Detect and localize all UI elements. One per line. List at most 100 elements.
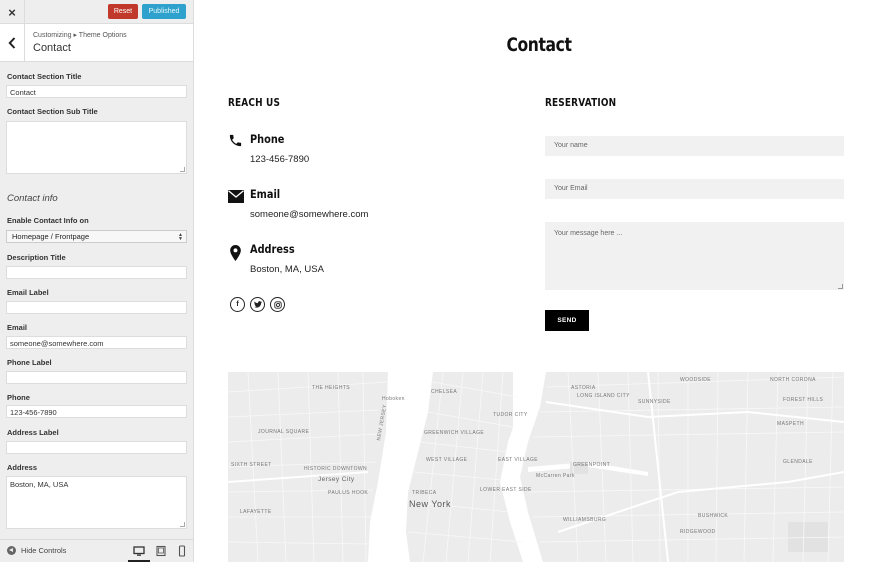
phone-value: 123-456-7890 xyxy=(250,154,310,165)
breadcrumb: Customizing ▸ Theme Options xyxy=(33,32,127,39)
address-label: Address xyxy=(7,463,38,472)
address-label-input[interactable] xyxy=(6,441,187,454)
mobile-preview-icon[interactable] xyxy=(176,545,188,557)
map-label-lafayette: LAFAYETTE xyxy=(240,509,272,515)
close-icon: × xyxy=(8,4,16,20)
map-label-bushwick: BUSHWICK xyxy=(698,513,729,519)
map-label-williamsburg: WILLIAMSBURG xyxy=(563,517,607,523)
collapse-icon xyxy=(7,546,16,555)
hide-controls-button[interactable]: Hide Controls xyxy=(7,546,66,555)
map-label-historic-downtown: HISTORIC DOWNTOWN xyxy=(304,466,368,472)
phone-input[interactable]: 123-456-7890 xyxy=(6,405,187,418)
message-textarea[interactable]: Your message here ... xyxy=(545,222,844,290)
description-title-input[interactable] xyxy=(6,266,187,279)
phone-label-label: Phone Label xyxy=(7,358,52,367)
envelope-icon xyxy=(228,190,244,203)
published-button[interactable]: Published xyxy=(142,4,186,19)
map-label-woodside: WOODSIDE xyxy=(680,377,711,383)
section-title: Contact xyxy=(33,42,71,54)
instagram-link[interactable] xyxy=(270,297,285,312)
resize-handle[interactable] xyxy=(180,522,185,527)
twitter-link[interactable] xyxy=(250,297,265,312)
address-value: Boston, MA, USA xyxy=(10,480,69,489)
select-arrows-icon: ▲ ▼ xyxy=(178,232,183,242)
instagram-icon xyxy=(273,300,282,309)
address-textarea[interactable]: Boston, MA, USA xyxy=(6,476,187,529)
map-label-sixth-st: SIXTH STREET xyxy=(231,462,272,468)
email-input[interactable]: Your Email xyxy=(545,179,844,199)
name-input[interactable]: Your name xyxy=(545,136,844,156)
close-customizer-button[interactable]: × xyxy=(0,0,25,24)
contact-info-heading: Contact info xyxy=(7,193,58,204)
tablet-preview-icon[interactable] xyxy=(155,545,167,557)
twitter-icon xyxy=(253,301,262,308)
map-label-east-village: EAST VILLAGE xyxy=(498,457,539,463)
map-label-glendale: GLENDALE xyxy=(783,459,813,465)
map-label-paulus-hook: PAULUS HOOK xyxy=(328,490,369,496)
email-input[interactable]: someone@somewhere.com xyxy=(6,336,187,349)
enable-contact-info-select[interactable]: Homepage / Frontpage ▲ ▼ xyxy=(6,230,187,243)
reservation-heading: RESERVATION xyxy=(545,97,617,109)
map-label-chelsea: CHELSEA xyxy=(431,389,458,395)
map-label-jersey-city: Jersey City xyxy=(318,476,355,483)
map-label-long-island-city: LONG ISLAND CITY xyxy=(577,393,630,399)
email-label: Email xyxy=(7,323,28,332)
reset-button[interactable]: Reset xyxy=(108,4,138,19)
map-label-greenwich-village: GREENWICH VILLAGE xyxy=(424,430,485,436)
facebook-link[interactable]: f xyxy=(230,297,245,312)
location-map[interactable]: THE HEIGHTS Hoboken CHELSEA WOODSIDE NOR… xyxy=(228,372,844,562)
address-label-label: Address Label xyxy=(7,428,59,437)
contact-section-subtitle-label: Contact Section Sub Title xyxy=(7,107,98,116)
resize-handle[interactable] xyxy=(838,284,843,289)
phone-label-input[interactable] xyxy=(6,371,187,384)
desktop-preview-icon[interactable] xyxy=(133,545,145,557)
back-button[interactable] xyxy=(0,24,25,62)
map-label-maspeth: MASPETH xyxy=(777,421,804,427)
map-label-the-heights: THE HEIGHTS xyxy=(312,385,351,391)
map-pin-icon xyxy=(230,245,241,261)
map-label-astoria: ASTORIA xyxy=(571,385,596,391)
map-label-mccarren-park: McCarren Park xyxy=(536,473,575,479)
enable-contact-info-label: Enable Contact Info on xyxy=(7,216,89,225)
email-value: someone@somewhere.com xyxy=(250,209,369,220)
customizer-topbar: × Reset Published xyxy=(0,0,193,24)
map-label-new-york: New York xyxy=(409,499,452,509)
map-label-forest-hills: FOREST HILLS xyxy=(783,397,824,403)
address-title: Address xyxy=(250,242,295,256)
phone-title: Phone xyxy=(250,132,285,146)
map-label-sunnyside: SUNNYSIDE xyxy=(638,399,671,405)
email-title: Email xyxy=(250,187,281,201)
customizer-footer: Hide Controls xyxy=(0,539,193,562)
email-label-input[interactable] xyxy=(6,301,187,314)
customizer-app: × Reset Published Customizing ▸ Theme Op… xyxy=(0,0,884,562)
page-title: Contact xyxy=(506,34,572,56)
contact-section-subtitle-textarea[interactable] xyxy=(6,121,187,174)
hide-controls-label: Hide Controls xyxy=(21,546,67,555)
map-label-lower-east-side: LOWER EAST SIDE xyxy=(480,487,532,493)
contact-section-title-label: Contact Section Title xyxy=(7,72,82,81)
description-title-label: Description Title xyxy=(7,253,66,262)
map-label-hoboken: Hoboken xyxy=(382,396,405,402)
send-button[interactable]: SEND xyxy=(545,310,589,331)
reach-us-heading: REACH US xyxy=(228,97,281,109)
phone-icon xyxy=(229,134,242,147)
map-label-tribeca: TRIBECA xyxy=(412,490,437,496)
phone-label: Phone xyxy=(7,393,30,402)
facebook-icon: f xyxy=(236,301,239,308)
section-header: Customizing ▸ Theme Options Contact xyxy=(0,24,193,62)
resize-handle[interactable] xyxy=(180,167,185,172)
map-label-greenpoint: GREENPOINT xyxy=(573,462,611,468)
map-label-ridgewood: RIDGEWOOD xyxy=(680,529,716,535)
address-value: Boston, MA, USA xyxy=(250,264,324,275)
map-label-west-village: WEST VILLAGE xyxy=(426,457,468,463)
site-preview: Contact REACH US RESERVATION Phone 123-4… xyxy=(194,0,884,562)
map-label-tudor-city: TUDOR CITY xyxy=(493,412,528,418)
customizer-sidebar: × Reset Published Customizing ▸ Theme Op… xyxy=(0,0,194,562)
message-placeholder: Your message here ... xyxy=(554,230,623,237)
map-label-journal-square: JOURNAL SQUARE xyxy=(258,429,310,435)
chevron-left-icon xyxy=(8,37,16,49)
contact-section-title-input[interactable]: Contact xyxy=(6,85,187,98)
map-label-north-corona: NORTH CORONA xyxy=(770,377,816,383)
email-label-label: Email Label xyxy=(7,288,49,297)
select-value: Homepage / Frontpage xyxy=(12,232,90,241)
